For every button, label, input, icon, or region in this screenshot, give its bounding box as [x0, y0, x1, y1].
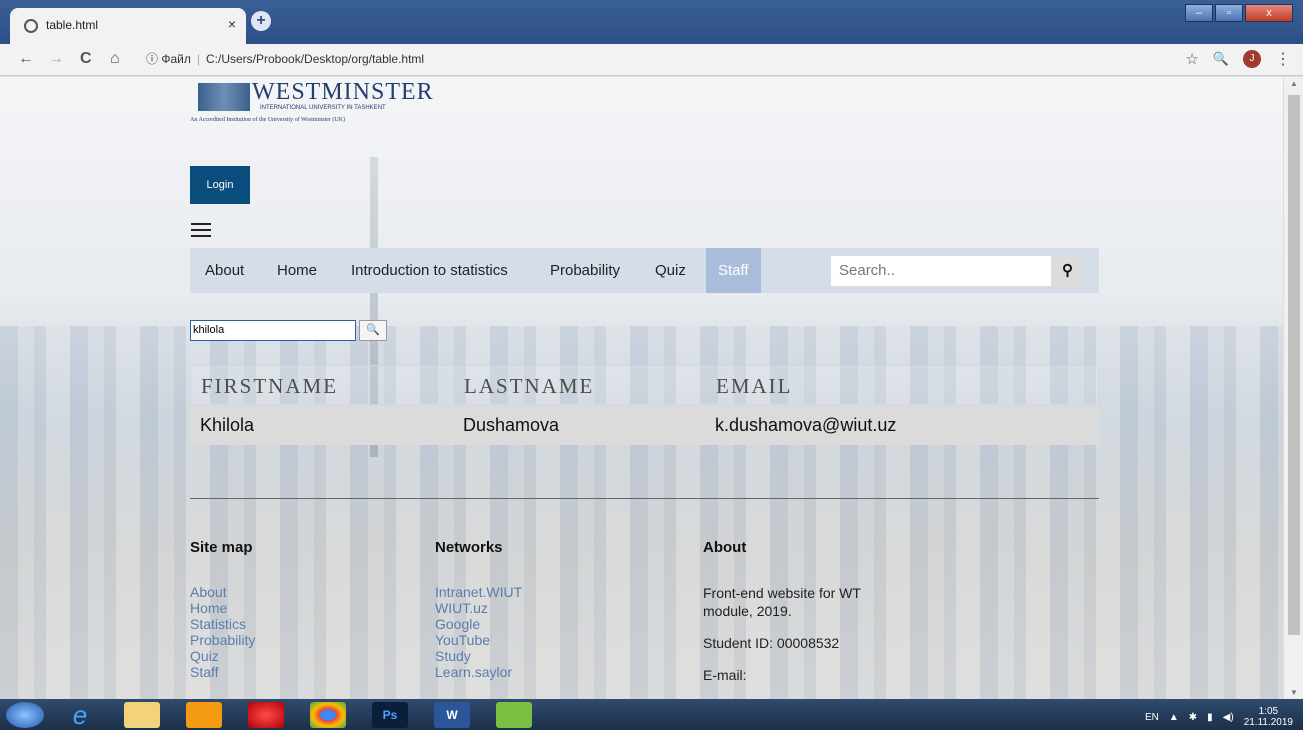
sitemap-title: Site map: [190, 539, 253, 556]
bookmark-star-icon[interactable]: ☆: [1185, 50, 1198, 68]
column-divider: [706, 366, 707, 404]
clock-time: 1:05: [1258, 706, 1279, 717]
table-filter-input[interactable]: khilola: [190, 320, 356, 341]
window-controls: – ▫ x: [1185, 4, 1293, 22]
avatar[interactable]: J: [1243, 50, 1261, 68]
network-link-intranet[interactable]: Intranet.WIUT: [435, 584, 522, 600]
table-row: Khilola Dushamova k.dushamova@wiut.uz: [190, 405, 1099, 445]
word-icon[interactable]: W: [434, 702, 470, 728]
header-firstname: FIRSTNAME: [201, 374, 339, 398]
page-scrollbar[interactable]: ▲ ▼: [1283, 77, 1303, 699]
clock-date: 21.11.2019: [1243, 717, 1293, 728]
search-icon[interactable]: 🔍: [1213, 51, 1229, 67]
logo-name: WESTMINSTER: [252, 79, 434, 105]
clock[interactable]: 1:05 21.11.2019: [1244, 706, 1293, 728]
language-indicator[interactable]: EN: [1145, 712, 1159, 723]
cell-lastname: Dushamova: [463, 415, 560, 435]
nav-item-about[interactable]: About: [205, 248, 244, 293]
nav-item-probability[interactable]: Probability: [550, 248, 620, 293]
sitemap-link-probability[interactable]: Probability: [190, 632, 255, 648]
cell-email: k.dushamova@wiut.uz: [715, 415, 897, 435]
windows-taskbar: e Ps W EN ▲ ✱ ▮ ◀) 1:05 21.11.2019: [0, 699, 1303, 730]
network-link-wiut[interactable]: WIUT.uz: [435, 600, 522, 616]
footer-sitemap: Site map About Home Statistics Probabili…: [190, 539, 255, 680]
sitemap-link-home[interactable]: Home: [190, 600, 255, 616]
address-bar[interactable]: ⓘ Файл | C:/Users/Probook/Desktop/org/tabl…: [146, 50, 424, 67]
maximize-button[interactable]: ▫: [1215, 4, 1243, 22]
sitemap-link-quiz[interactable]: Quiz: [190, 648, 255, 664]
header-email: EMAIL: [716, 374, 793, 398]
toolbar-right: ☆ 🔍 J ⋮: [1185, 49, 1291, 69]
globe-icon: [24, 19, 38, 33]
info-icon[interactable]: ⓘ: [146, 52, 158, 66]
about-title: About: [703, 539, 747, 556]
notepad-icon[interactable]: [496, 702, 532, 728]
start-button-icon[interactable]: [6, 702, 44, 728]
minimize-button[interactable]: –: [1185, 4, 1213, 22]
about-email-label: E-mail:: [703, 667, 747, 683]
sitemap-link-staff[interactable]: Staff: [190, 664, 255, 680]
scrollbar-thumb[interactable]: [1288, 95, 1300, 635]
tray-expand-icon[interactable]: ▲: [1169, 712, 1179, 723]
chrome-icon[interactable]: [310, 702, 346, 728]
nav-item-quiz[interactable]: Quiz: [655, 248, 686, 293]
about-student-id: Student ID: 00008532: [703, 635, 840, 651]
sitemap-link-about[interactable]: About: [190, 584, 255, 600]
file-label: Файл: [161, 52, 191, 66]
tab-close-icon[interactable]: ×: [228, 16, 236, 32]
logo-subtitle: INTERNATIONAL UNIVERSITY IN TASHKENT: [260, 105, 386, 111]
nav-item-home[interactable]: Home: [277, 248, 317, 293]
back-icon[interactable]: ←: [18, 50, 34, 68]
network-icon[interactable]: ▮: [1207, 712, 1213, 723]
staff-table: FIRSTNAME LASTNAME EMAIL Khilola Dushamo…: [190, 365, 1099, 445]
browser-titlebar: table.html × + – ▫ x: [0, 0, 1303, 44]
footer-divider: [190, 498, 1099, 499]
forward-icon[interactable]: →: [48, 50, 64, 68]
column-divider: [455, 366, 456, 404]
search-icon: ⚲: [1062, 262, 1073, 279]
bluetooth-icon[interactable]: ✱: [1189, 712, 1197, 723]
scroll-down-icon[interactable]: ▼: [1290, 688, 1298, 697]
networks-title: Networks: [435, 539, 503, 556]
network-link-youtube[interactable]: YouTube: [435, 632, 522, 648]
scroll-up-icon[interactable]: ▲: [1290, 79, 1298, 88]
login-button[interactable]: Login: [190, 166, 250, 204]
page-viewport: WESTMINSTER INTERNATIONAL UNIVERSITY IN …: [0, 77, 1283, 699]
nav-item-introduction[interactable]: Introduction to statistics: [351, 248, 508, 293]
hamburger-menu-icon[interactable]: [191, 219, 211, 241]
network-link-study[interactable]: Study: [435, 648, 522, 664]
system-tray: EN ▲ ✱ ▮ ◀) 1:05 21.11.2019: [1145, 706, 1293, 728]
network-link-saylor[interactable]: Learn.saylor: [435, 664, 522, 680]
sitemap-link-statistics[interactable]: Statistics: [190, 616, 255, 632]
internet-explorer-icon[interactable]: e: [62, 702, 98, 728]
volume-icon[interactable]: ◀): [1223, 712, 1234, 723]
filter-search-button[interactable]: 🔍: [359, 320, 387, 341]
tab-title: table.html: [46, 18, 99, 32]
home-icon[interactable]: ⌂: [110, 50, 120, 68]
media-player-icon[interactable]: [186, 702, 222, 728]
cell-firstname: Khilola: [200, 415, 255, 435]
header-lastname: LASTNAME: [464, 374, 595, 398]
about-description: Front-end website for WT module, 2019.: [703, 585, 861, 619]
menu-icon[interactable]: ⋮: [1275, 49, 1291, 69]
new-tab-button[interactable]: +: [251, 11, 271, 31]
footer-about: About Front-end website for WT module, 2…: [703, 539, 903, 684]
photoshop-icon[interactable]: Ps: [372, 702, 408, 728]
logo-tagline: An Accredited Institution of the Univers…: [190, 117, 346, 123]
file-explorer-icon[interactable]: [124, 702, 160, 728]
network-link-google[interactable]: Google: [435, 616, 522, 632]
url-text: C:/Users/Probook/Desktop/org/table.html: [206, 52, 425, 66]
building-icon: [198, 83, 250, 111]
table-header-row: FIRSTNAME LASTNAME EMAIL: [190, 365, 1099, 405]
nav-search-button[interactable]: ⚲: [1051, 256, 1084, 286]
nav-item-staff[interactable]: Staff: [706, 248, 761, 293]
nav-search-input[interactable]: Search..: [831, 256, 1051, 286]
close-window-button[interactable]: x: [1245, 4, 1293, 22]
footer-networks: Networks Intranet.WIUT WIUT.uz Google Yo…: [435, 539, 522, 680]
browser-tab[interactable]: table.html ×: [10, 8, 246, 44]
browser-toolbar: ← → C ⌂ ⓘ Файл | C:/Users/Probook/Desktop/…: [0, 44, 1303, 76]
opera-icon[interactable]: [248, 702, 284, 728]
reload-icon[interactable]: C: [80, 50, 92, 68]
